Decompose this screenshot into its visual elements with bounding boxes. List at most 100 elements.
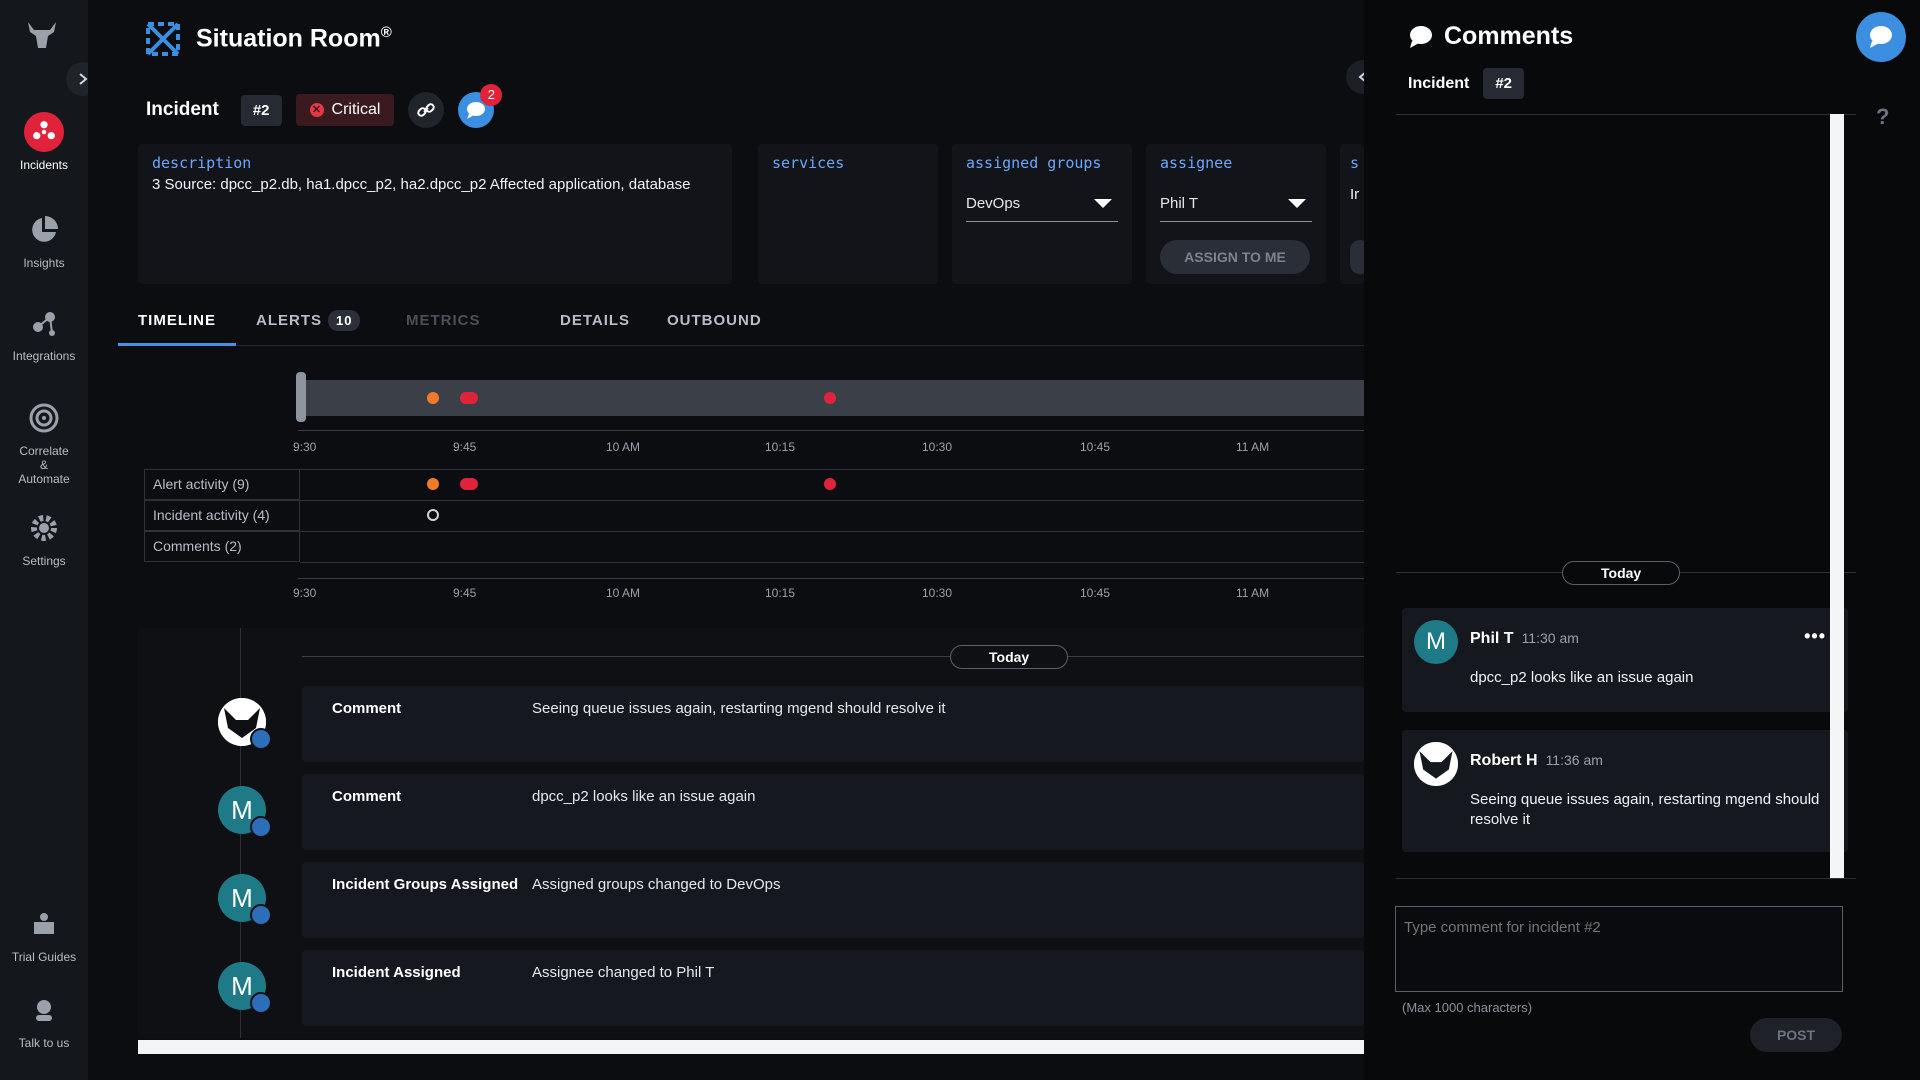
- today-pill: Today: [1562, 561, 1681, 585]
- nav-item-correlate[interactable]: Correlate & Automate: [0, 398, 88, 486]
- more-options-icon[interactable]: •••: [1804, 626, 1826, 647]
- post-button[interactable]: POST: [1750, 1018, 1842, 1052]
- tick-label: 11 AM: [1236, 440, 1270, 454]
- tab-bar: TIMELINE ALERTS 10 METRICS DETAILS OUTBOU…: [118, 302, 1364, 346]
- feed-item: Comment dpcc_p2 looks like an issue agai…: [302, 774, 1364, 850]
- nav-label-correlate: Correlate & Automate: [18, 444, 70, 486]
- nav-item-trial-guides[interactable]: Trial Guides: [0, 904, 88, 964]
- person-type-icon: [250, 992, 272, 1014]
- alert-activity-dot[interactable]: [427, 478, 439, 490]
- comment-card: M Phil T 11:30 am ••• dpcc_p2 looks like …: [1402, 608, 1848, 712]
- comments-title-text: Comments: [1444, 22, 1574, 50]
- assigned-groups-label: assigned groups: [966, 154, 1102, 172]
- alert-activity-dot[interactable]: [824, 478, 836, 490]
- gear-icon: [24, 508, 64, 548]
- feed-item: Incident Assigned Assignee changed to Ph…: [302, 950, 1364, 1026]
- assignee-label: assignee: [1160, 154, 1233, 172]
- tab-timeline[interactable]: TIMELINE: [138, 312, 216, 329]
- nav-item-incidents[interactable]: Incidents: [0, 112, 88, 172]
- tab-details[interactable]: DETAILS: [560, 312, 630, 329]
- divider: [1396, 114, 1856, 115]
- incident-id-chip: #2: [240, 94, 282, 126]
- timeline-chart: 9:30 9:45 10 AM 10:15 10:30 10:45 11 AM …: [88, 360, 1364, 610]
- link-icon: [417, 103, 436, 117]
- assigned-groups-select[interactable]: DevOps: [966, 186, 1118, 222]
- assign-to-me-button[interactable]: ASSIGN TO ME: [1160, 240, 1310, 274]
- feed-item: Comment Seeing queue issues again, resta…: [302, 686, 1364, 762]
- tick-label: 9:30: [293, 586, 317, 600]
- feed-item-type: Comment: [332, 700, 402, 717]
- comments-scrollbar[interactable]: [1830, 114, 1844, 878]
- horizontal-scrollbar[interactable]: [138, 1040, 1364, 1054]
- comments-incident-chip: #2: [1483, 68, 1525, 99]
- max-chars-hint: (Max 1000 characters): [1402, 1000, 1533, 1015]
- tab-outbound[interactable]: OUTBOUND: [667, 312, 762, 329]
- row-line: [300, 500, 1364, 501]
- comment-count-badge: 2: [480, 84, 503, 106]
- axis-line-top: [298, 430, 1364, 431]
- main-panel: Situation Room® Incident #2 ✕ Critical 2…: [88, 0, 1380, 1080]
- comment-type-icon: [250, 816, 272, 838]
- comments-button[interactable]: 2: [458, 84, 503, 128]
- tab-alerts-label: ALERTS: [256, 312, 322, 329]
- nav-item-talk-to-us[interactable]: Talk to us: [0, 990, 88, 1050]
- caret-down-icon: [1288, 199, 1306, 208]
- help-icon[interactable]: ?: [1876, 104, 1889, 130]
- book-icon: [24, 904, 64, 944]
- nav-item-settings[interactable]: Settings: [0, 508, 88, 568]
- nav-item-insights[interactable]: Insights: [0, 210, 88, 270]
- title-text: Situation Room: [196, 24, 381, 53]
- chat-bubble-icon: [1410, 25, 1432, 48]
- status-action-button[interactable]: [1350, 240, 1364, 274]
- tick-label: 10:30: [922, 586, 953, 600]
- tick-label: 10:45: [1080, 586, 1111, 600]
- time-range-handle[interactable]: [296, 372, 306, 422]
- tick-label: 9:45: [453, 586, 477, 600]
- comment-card: Robert H 11:36 am Seeing queue issues aga…: [1402, 730, 1848, 852]
- active-tab-underline: [118, 343, 236, 346]
- row-label-alert-activity: Alert activity (9): [144, 469, 300, 500]
- incident-bar: Incident #2 ✕ Critical 2: [146, 84, 503, 128]
- services-card[interactable]: services: [758, 144, 938, 284]
- divider: [1396, 878, 1856, 879]
- tab-alerts[interactable]: ALERTS 10: [256, 310, 361, 331]
- feed-item-text: Assigned groups changed to DevOps: [532, 876, 781, 893]
- headset-icon: [24, 990, 64, 1030]
- link-button[interactable]: [408, 92, 445, 128]
- bull-logo-icon[interactable]: [22, 18, 62, 52]
- status-card: s Ir: [1340, 144, 1364, 284]
- critical-icon: ✕: [309, 103, 324, 117]
- chat-fab-button[interactable]: [1856, 12, 1906, 62]
- nav-label-incidents: Incidents: [19, 158, 69, 172]
- tab-metrics[interactable]: METRICS: [406, 312, 481, 329]
- comment-text: Seeing queue issues again, restarting mg…: [1470, 791, 1820, 828]
- tick-label: 10:30: [922, 440, 953, 454]
- row-label-comments: Comments (2): [144, 531, 300, 562]
- description-text: 3 Source: dpcc_p2.db, ha1.dpcc_p2, ha2.d…: [152, 176, 691, 193]
- feed-item-text: Seeing queue issues again, restarting mg…: [532, 700, 946, 717]
- services-label: services: [772, 154, 845, 172]
- pie-chart-icon: [24, 210, 64, 250]
- comment-time: 11:36 am: [1545, 752, 1603, 768]
- nav-item-integrations[interactable]: Integrations: [0, 303, 88, 363]
- incident-activity-dot[interactable]: [427, 509, 439, 521]
- tick-label: 10 AM: [606, 586, 641, 600]
- row-label-incident-activity: Incident activity (4): [144, 500, 300, 531]
- feed-item-type: Incident Groups Assigned: [332, 876, 519, 893]
- severity-badge: ✕ Critical: [295, 94, 395, 126]
- avatar-initial: M: [231, 883, 253, 913]
- comments-incident: Incident #2: [1408, 68, 1525, 99]
- feed-item-text: Assignee changed to Phil T: [532, 964, 715, 981]
- comments-incident-label: Incident: [1408, 74, 1470, 92]
- assignee-value: Phil T: [1160, 195, 1199, 212]
- avatar: M: [218, 874, 272, 926]
- assignee-card: assignee Phil T ASSIGN TO ME: [1146, 144, 1326, 284]
- assignee-select[interactable]: Phil T: [1160, 186, 1312, 222]
- axis-line-bottom: [298, 578, 1364, 579]
- comment-type-icon: [250, 728, 272, 750]
- chat-bubble-icon: [1870, 26, 1892, 48]
- comment-input[interactable]: [1395, 906, 1843, 992]
- row-line: [300, 469, 1364, 470]
- feed-item-type: Comment: [332, 788, 402, 805]
- alert-activity-dot[interactable]: [460, 478, 478, 490]
